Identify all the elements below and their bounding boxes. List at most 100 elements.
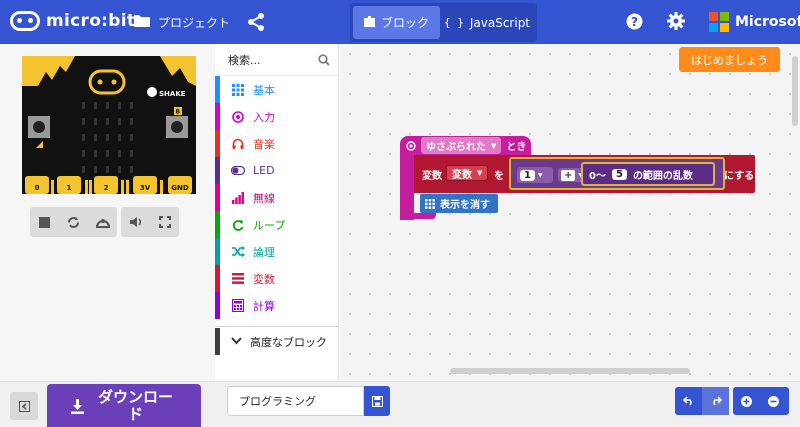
- share-icon: [248, 13, 264, 31]
- slow-motion-button[interactable]: [88, 207, 117, 237]
- logo-text: micro:bit: [46, 11, 136, 31]
- gesture-dropdown-value: ゆさぶられた: [426, 142, 486, 153]
- category-color-bar: [215, 103, 220, 130]
- zoom-in-button[interactable]: [733, 387, 760, 415]
- category-led[interactable]: LED: [215, 157, 338, 184]
- slow-motion-icon: [95, 219, 110, 228]
- category-variables-label: 変数: [253, 272, 275, 286]
- puzzle-icon: [363, 15, 375, 30]
- projects-label: プロジェクト: [158, 15, 231, 30]
- undo-button[interactable]: [675, 387, 702, 415]
- category-math[interactable]: 計算: [215, 292, 338, 319]
- getting-started-button[interactable]: はじめましょう: [679, 47, 780, 72]
- tab-javascript[interactable]: { } JavaScript: [440, 6, 534, 39]
- simulator-controls: [30, 207, 179, 237]
- category-variables[interactable]: 変数: [215, 265, 338, 292]
- set-suffix-label: にする: [724, 171, 755, 182]
- category-music[interactable]: 音楽: [215, 130, 338, 157]
- fullscreen-button[interactable]: [150, 207, 179, 237]
- target-icon: [406, 140, 416, 151]
- category-logic[interactable]: 論理: [215, 238, 338, 265]
- pin-2-label: 2: [104, 184, 109, 192]
- stop-button[interactable]: [30, 207, 59, 237]
- top-bar: micro:bit プロジェクト ブロック { } JavaScript ? M…: [0, 0, 800, 44]
- microsoft-logo[interactable]: Microsoft: [709, 12, 800, 32]
- on-shake-event-block[interactable]: ゆさぶられた ▼ とき: [400, 136, 531, 155]
- event-block-stem: [400, 155, 414, 220]
- svg-text:?: ?: [631, 15, 638, 29]
- category-color-bar: [215, 157, 220, 184]
- block-workspace[interactable]: はじめましょう ゆさぶられた ▼ とき 変数 変数 ▼ を 1 ▼ + ▼: [340, 44, 800, 381]
- set-variable-block[interactable]: 変数 変数 ▼ を 1 ▼ + ▼ 0〜 5 の範囲の乱数 にする: [414, 155, 755, 193]
- category-logic-label: 論理: [253, 245, 275, 259]
- gesture-dropdown[interactable]: ゆさぶられた ▼: [421, 137, 502, 154]
- share-button[interactable]: [246, 12, 266, 32]
- stop-icon: [39, 216, 50, 228]
- save-icon: [371, 395, 383, 407]
- plus-circle-icon: [741, 395, 752, 407]
- restart-icon: [68, 216, 79, 228]
- category-input[interactable]: 入力: [215, 103, 338, 130]
- help-icon: ?: [626, 13, 643, 30]
- download-icon: [70, 398, 84, 414]
- category-loops-label: ループ: [253, 218, 286, 232]
- folder-icon: [133, 13, 151, 31]
- fullscreen-icon: [158, 216, 171, 228]
- variable-dropdown[interactable]: 変数 ▼: [446, 165, 489, 181]
- collapse-simulator-button[interactable]: [10, 392, 38, 420]
- random-max-value[interactable]: 5: [611, 168, 627, 180]
- category-color-bar: [215, 238, 220, 265]
- number-a-value[interactable]: 1: [520, 169, 535, 181]
- zoom-group: [733, 387, 789, 415]
- horizontal-scrollbar[interactable]: [450, 368, 690, 374]
- toolbox-search[interactable]: 検索...: [215, 44, 338, 76]
- category-color-bar: [215, 328, 220, 355]
- category-basic-label: 基本: [253, 83, 275, 97]
- microbit-logo[interactable]: micro:bit: [10, 11, 135, 31]
- add-operation-block[interactable]: 1 ▼ + ▼ 0〜 5 の範囲の乱数: [509, 157, 725, 190]
- zoom-out-button[interactable]: [760, 387, 787, 415]
- download-button[interactable]: ダウンロード: [47, 384, 201, 427]
- settings-button[interactable]: [667, 12, 685, 33]
- search-input[interactable]: 検索...: [228, 52, 261, 68]
- collapse-icon: [18, 400, 30, 412]
- category-loops[interactable]: ループ: [215, 211, 338, 238]
- redo-button[interactable]: [702, 387, 729, 415]
- toolbox: 検索... 基本 入力 音楽 LED 無線 ループ 論理 変数 計算 高度なブロ…: [215, 44, 339, 381]
- headphones-icon: [231, 137, 245, 151]
- category-color-bar: [215, 292, 220, 319]
- random-range-block[interactable]: 0〜 5 の範囲の乱数: [581, 162, 715, 186]
- pin-1-label: 1: [67, 184, 72, 192]
- category-advanced-label: 高度なブロック: [250, 335, 327, 349]
- projects-button[interactable]: プロジェクト: [133, 13, 230, 31]
- pin-3v-label: 3V: [140, 184, 151, 192]
- clear-screen-block[interactable]: 表示を消す: [420, 194, 498, 213]
- vertical-scrollbar[interactable]: [792, 56, 798, 126]
- bottom-bar: ダウンロード: [0, 381, 800, 427]
- clear-screen-label: 表示を消す: [440, 200, 490, 211]
- category-radio-label: 無線: [253, 191, 275, 205]
- category-radio[interactable]: 無線: [215, 184, 338, 211]
- tab-blocks[interactable]: ブロック: [353, 6, 440, 39]
- category-color-bar: [215, 265, 220, 292]
- sound-button[interactable]: [121, 207, 150, 237]
- microbit-board[interactable]: SHAKE A B 0 1 2 3V GND: [0, 44, 215, 204]
- chevron-down-icon: [231, 335, 242, 348]
- shuffle-icon: [231, 245, 245, 259]
- restart-button[interactable]: [59, 207, 88, 237]
- help-button[interactable]: ?: [626, 13, 643, 33]
- tab-blocks-label: ブロック: [380, 16, 429, 30]
- save-button[interactable]: [364, 386, 390, 416]
- category-basic[interactable]: 基本: [215, 76, 338, 103]
- number-input-a[interactable]: 1 ▼: [517, 167, 553, 183]
- category-advanced[interactable]: 高度なブロック: [215, 328, 339, 355]
- dropdown-arrow-icon: ▼: [537, 171, 543, 179]
- search-icon[interactable]: [318, 53, 330, 66]
- variable-name: 変数: [452, 169, 472, 181]
- loop-icon: [231, 218, 245, 232]
- project-name-input[interactable]: [227, 386, 364, 416]
- editor-mode-switch: ブロック { } JavaScript: [350, 3, 537, 42]
- button-b-label: B: [176, 109, 181, 116]
- calculator-icon: [231, 299, 245, 313]
- sim-view-group: [121, 207, 179, 237]
